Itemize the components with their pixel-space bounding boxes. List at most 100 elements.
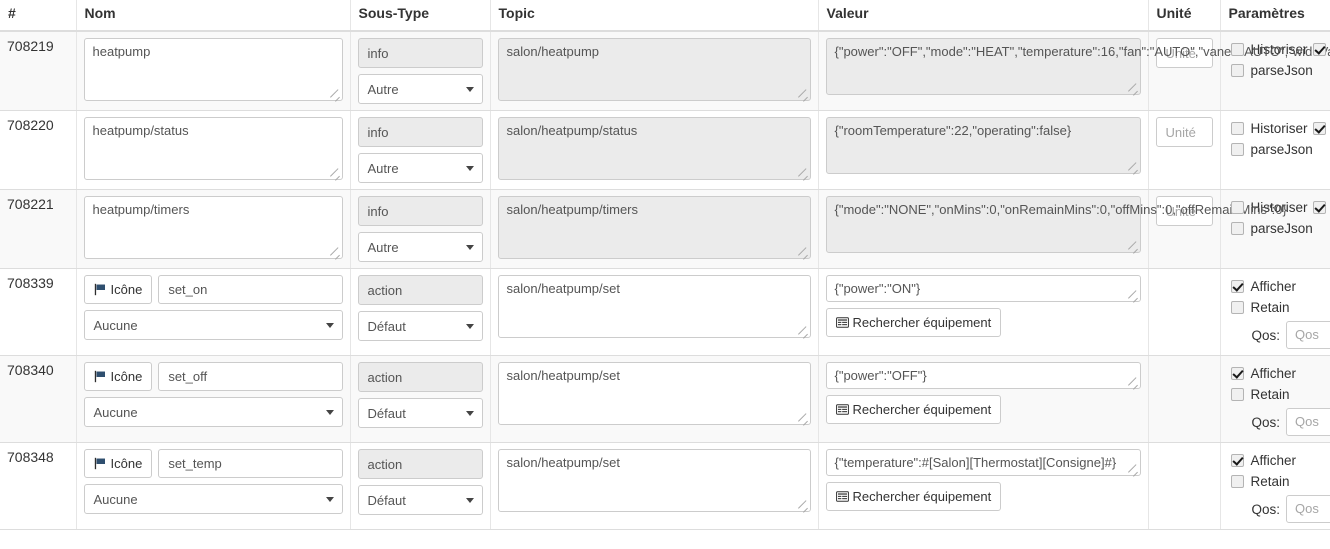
checkbox[interactable] [1312,43,1326,56]
icone-button[interactable]: Icône [83,275,153,304]
command-value-cell: {"power":"OFF"} Rechercher équipement [818,355,1149,443]
command-name-cell: heatpump [76,31,351,111]
command-type-readonly: info [357,196,483,226]
command-unit-cell: Unité [1148,31,1221,111]
table-row: 708340 Icône set_off Aucune action Défaut salo… [0,355,1330,443]
qos-label: Qos: [1251,414,1280,430]
checkbox[interactable] [1230,367,1244,380]
checkbox[interactable] [1230,475,1244,488]
checkbox[interactable] [1230,454,1244,467]
checkbox[interactable] [1230,143,1244,156]
command-type-readonly: action [357,362,483,392]
command-topic-textarea[interactable]: salon/heatpump/status [497,117,811,180]
command-id: 708339 [7,275,54,291]
command-parameters-cell: Historiser parseJson [1220,110,1330,190]
command-value-cell: {"power":"ON"} Rechercher équipement [818,268,1149,356]
command-subtype-select[interactable]: Autre [357,153,483,183]
command-unit-cell [1148,268,1221,356]
command-unit-input[interactable]: Unité [1155,117,1213,147]
command-value-textarea[interactable]: {"mode":"NONE","onMins":0,"onRemainMins"… [825,196,1287,253]
command-value-textarea[interactable]: {"roomTemperature":22,"operating":false} [825,117,1141,174]
command-name-textarea[interactable]: heatpump/timers [83,196,343,259]
qos-input[interactable]: Qos [1286,321,1330,349]
command-topic-textarea[interactable]: salon/heatpump/set [497,362,811,425]
search-equipment-label: Rechercher équipement [852,489,992,504]
command-parameters-cell: Afficher Retain Qos: Qos [1220,355,1330,443]
checkbox[interactable] [1230,388,1244,401]
column-header-unite: Unité [1148,0,1221,32]
command-unit-cell: Unité [1148,110,1221,190]
command-topic-textarea-wrap: salon/heatpump/timers [497,196,811,259]
command-topic-cell: salon/heatpump [490,31,819,111]
command-id-cell: 708221 [0,189,77,269]
command-subtype-select[interactable]: Défaut [357,485,483,515]
qos-input[interactable]: Qos [1286,408,1330,436]
checkbox[interactable] [1230,43,1244,56]
command-name-textarea[interactable]: heatpump/status [83,117,343,180]
qos-input[interactable]: Qos [1286,495,1330,523]
checkbox[interactable] [1230,64,1244,77]
qos-label: Qos: [1251,501,1280,517]
icon-select[interactable]: Aucune [83,310,343,340]
command-subtype-select[interactable]: Défaut [357,311,483,341]
command-name-input[interactable]: set_on [158,275,343,304]
search-equipment-label: Rechercher équipement [852,315,992,330]
command-topic-textarea[interactable]: salon/heatpump/set [497,275,811,338]
retain-label: Retain [1250,300,1290,315]
search-equipment-button[interactable]: Rechercher équipement [825,395,1002,424]
chevron-down-icon [325,323,334,328]
command-subtype-select[interactable]: Autre [357,74,483,104]
chevron-down-icon [465,166,474,171]
command-id-cell: 708348 [0,442,77,530]
command-name-textarea-wrap: heatpump [83,38,343,101]
chevron-down-icon [465,87,474,92]
icone-button[interactable]: Icône [83,449,153,478]
command-topic-textarea[interactable]: salon/heatpump/timers [497,196,811,259]
command-name-textarea[interactable]: heatpump [83,38,343,101]
checkbox[interactable] [1230,122,1244,135]
retain-row: Retain [1230,298,1324,317]
chevron-down-icon [465,411,474,416]
command-topic-cell: salon/heatpump/set [490,355,819,443]
command-subtype-value: Défaut [367,493,406,508]
command-value-textarea[interactable]: {"power":"OFF","mode":"HEAT","temperatur… [825,38,1330,95]
command-value-textarea-wrap: {"roomTemperature":22,"operating":false} [825,117,1141,174]
search-equipment-button[interactable]: Rechercher équipement [825,308,1002,337]
command-value-textarea[interactable]: {"temperature":#[Salon][Thermostat][Cons… [825,449,1141,476]
afficher-row: Afficher [1230,451,1324,470]
checkbox[interactable] [1312,201,1326,214]
parsejson-row: parseJson [1230,61,1324,80]
checkbox[interactable] [1230,280,1244,293]
command-name-input[interactable]: set_off [158,362,343,391]
command-name-cell: Icône set_temp Aucune [76,442,351,530]
checkbox[interactable] [1230,222,1244,235]
command-subtype-select[interactable]: Autre [357,232,483,262]
checkbox[interactable] [1230,301,1244,314]
command-topic-textarea-wrap: salon/heatpump/status [497,117,811,180]
table-row: 708221 heatpump/timers info Autre salon/heat… [0,189,1330,269]
command-id: 708219 [7,38,54,54]
icon-select[interactable]: Aucune [83,397,343,427]
command-subtype-cell: info Autre [350,189,491,269]
command-topic-textarea[interactable]: salon/heatpump/set [497,449,811,512]
command-subtype-value: Autre [367,82,399,97]
checkbox[interactable] [1230,201,1244,214]
command-subtype-select[interactable]: Défaut [357,398,483,428]
command-value-textarea[interactable]: {"power":"OFF"} [825,362,1141,389]
icone-button[interactable]: Icône [83,362,153,391]
command-topic-textarea[interactable]: salon/heatpump [497,38,811,101]
command-topic-cell: salon/heatpump/status [490,110,819,190]
command-id: 708220 [7,117,54,133]
column-header-topic: Topic [490,0,819,32]
search-equipment-button[interactable]: Rechercher équipement [825,482,1002,511]
command-value-textarea[interactable]: {"power":"ON"} [825,275,1141,302]
command-id-cell: 708220 [0,110,77,190]
icon-select[interactable]: Aucune [83,484,343,514]
command-name-input[interactable]: set_temp [158,449,343,478]
command-subtype-cell: action Défaut [350,355,491,443]
command-subtype-cell: action Défaut [350,268,491,356]
command-value-cell: {"temperature":#[Salon][Thermostat][Cons… [818,442,1149,530]
checkbox[interactable] [1312,122,1326,135]
command-subtype-cell: info Autre [350,31,491,111]
icone-button-label: Icône [110,282,143,297]
